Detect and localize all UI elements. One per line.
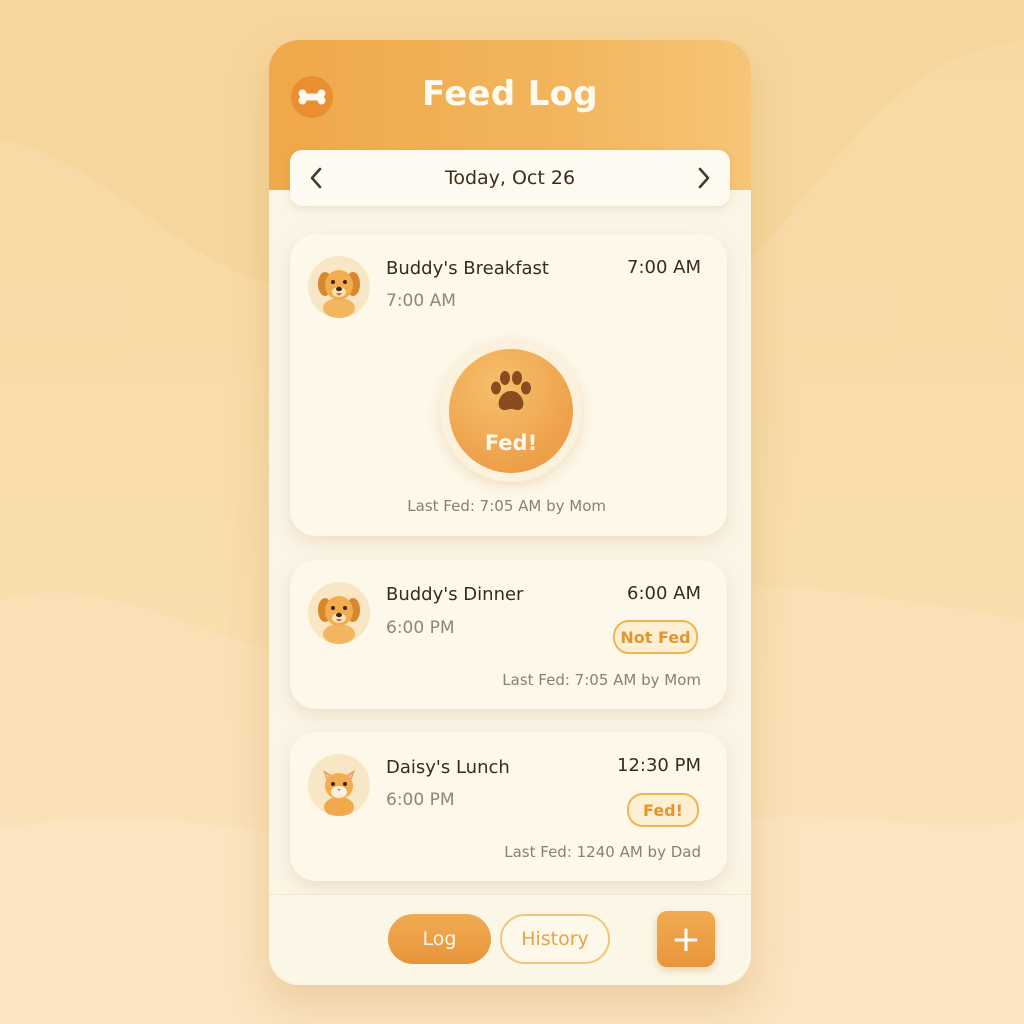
feed-card: Buddy's Breakfast 7:00 AM 7:00 AM Fed! L… <box>290 234 727 536</box>
entry-name: Buddy's Breakfast <box>386 258 549 279</box>
page-title: Feed Log <box>422 74 598 114</box>
last-fed-text: Last Fed: 7:05 AM by Mom <box>407 497 606 515</box>
tab-history[interactable]: History <box>500 914 610 964</box>
entry-time: 7:00 AM <box>627 257 701 278</box>
entry-scheduled-time: 7:00 AM <box>386 291 456 311</box>
dog-avatar-icon <box>308 256 370 318</box>
dog-avatar-icon <box>308 582 370 644</box>
bottom-bar: Log History + <box>269 894 751 985</box>
feed-card: Daisy's Lunch 6:00 PM 12:30 PM Fed! Last… <box>290 732 727 881</box>
add-button[interactable]: + <box>657 911 715 967</box>
paw-icon <box>491 371 531 411</box>
fed-button-label: Fed! <box>484 431 538 455</box>
entry-time: 6:00 AM <box>627 583 701 604</box>
entry-scheduled-time: 6:00 PM <box>386 618 455 638</box>
entry-time: 12:30 PM <box>617 755 701 776</box>
feed-card: Buddy's Dinner 6:00 PM 6:00 AM Not Fed L… <box>290 560 727 709</box>
last-fed-text: Last Fed: 1240 AM by Dad <box>504 843 701 861</box>
entry-name: Daisy's Lunch <box>386 757 510 778</box>
chevron-right-icon[interactable] <box>690 164 718 192</box>
date-navigator: Today, Oct 26 <box>290 150 730 206</box>
cat-avatar-icon <box>308 754 370 816</box>
status-badge[interactable]: Fed! <box>627 793 699 827</box>
status-badge[interactable]: Not Fed <box>613 620 698 654</box>
date-label: Today, Oct 26 <box>444 167 576 189</box>
fed-button-ring: Fed! <box>440 340 582 482</box>
last-fed-text: Last Fed: 7:05 AM by Mom <box>502 671 701 689</box>
tab-log[interactable]: Log <box>388 914 491 964</box>
entry-name: Buddy's Dinner <box>386 584 524 605</box>
chevron-left-icon[interactable] <box>302 164 330 192</box>
entry-scheduled-time: 6:00 PM <box>386 790 455 810</box>
app-window: Feed Log Today, Oct 26 Buddy's Breakfast… <box>269 40 751 985</box>
fed-button[interactable]: Fed! <box>449 349 573 473</box>
